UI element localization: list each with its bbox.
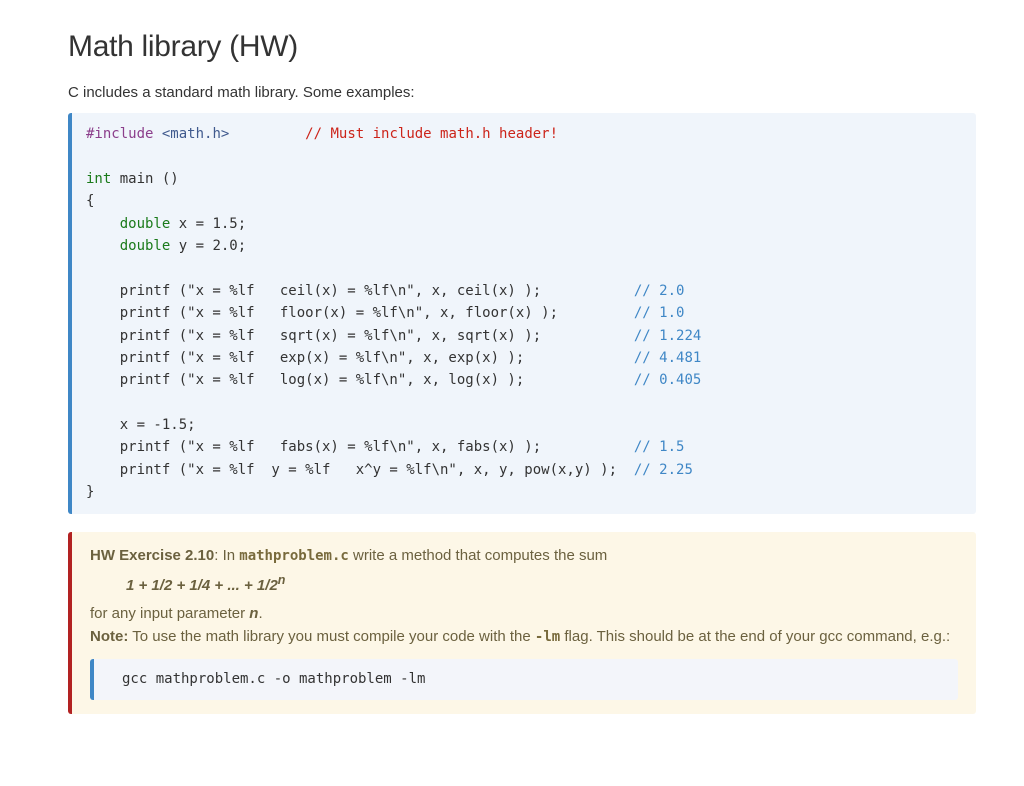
decl-x: x = 1.5; [170, 216, 246, 232]
page-title: Math library (HW) [68, 26, 976, 68]
comment-pow: // 2.25 [634, 462, 693, 478]
exercise-post-filename: write a method that computes the sum [349, 547, 607, 564]
line-ceil: printf ("x = %lf ceil(x) = %lf\n", x, ce… [86, 283, 634, 299]
compile-command: gcc mathproblem.c -o mathproblem -lm [122, 671, 425, 687]
intro-text: C includes a standard math library. Some… [68, 82, 976, 103]
lm-flag: -lm [535, 629, 560, 645]
line-sqrt: printf ("x = %lf sqrt(x) = %lf\n", x, sq… [86, 328, 634, 344]
preprocessor-directive: #include [86, 126, 153, 142]
for-text-end: . [258, 605, 262, 622]
note-post: flag. This should be at the end of your … [560, 628, 950, 645]
exercise-pre-filename: : In [214, 547, 239, 564]
exercise-formula: 1 + 1/2 + 1/4 + ... + 1/2n [90, 567, 958, 601]
include-header: <math.h> [162, 126, 229, 142]
line-pow: printf ("x = %lf y = %lf x^y = %lf\n", x… [86, 462, 634, 478]
keyword-double: double [120, 216, 171, 232]
for-text: for any input parameter [90, 605, 249, 622]
line-exp: printf ("x = %lf exp(x) = %lf\n", x, exp… [86, 350, 634, 366]
note-label: Note: [90, 628, 128, 645]
line-log: printf ("x = %lf log(x) = %lf\n", x, log… [86, 372, 634, 388]
exercise-filename: mathproblem.c [239, 548, 349, 564]
comment-floor: // 1.0 [634, 305, 685, 321]
compile-command-block: gcc mathproblem.c -o mathproblem -lm [90, 659, 958, 701]
comment-ceil: // 2.0 [634, 283, 685, 299]
line-floor: printf ("x = %lf floor(x) = %lf\n", x, f… [86, 305, 634, 321]
exercise-callout: HW Exercise 2.10: In mathproblem.c write… [68, 532, 976, 715]
include-comment: // Must include math.h header! [305, 126, 558, 142]
line-fabs: printf ("x = %lf fabs(x) = %lf\n", x, fa… [86, 439, 634, 455]
formula-exponent: n [278, 573, 286, 587]
main-signature: main () [111, 171, 178, 187]
comment-sqrt: // 1.224 [634, 328, 701, 344]
note-pre: To use the math library you must compile… [128, 628, 535, 645]
comment-log: // 0.405 [634, 372, 701, 388]
line-reassign: x = -1.5; [86, 417, 196, 433]
brace-close: } [86, 484, 94, 500]
code-block-main: #include <math.h> // Must include math.h… [68, 113, 976, 514]
formula-main: 1 + 1/2 + 1/4 + ... + 1/2 [126, 577, 278, 594]
exercise-label: HW Exercise 2.10 [90, 547, 214, 564]
comment-exp: // 4.481 [634, 350, 701, 366]
brace-open: { [86, 193, 94, 209]
decl-y: y = 2.0; [170, 238, 246, 254]
comment-fabs: // 1.5 [634, 439, 685, 455]
keyword-int: int [86, 171, 111, 187]
keyword-double: double [120, 238, 171, 254]
